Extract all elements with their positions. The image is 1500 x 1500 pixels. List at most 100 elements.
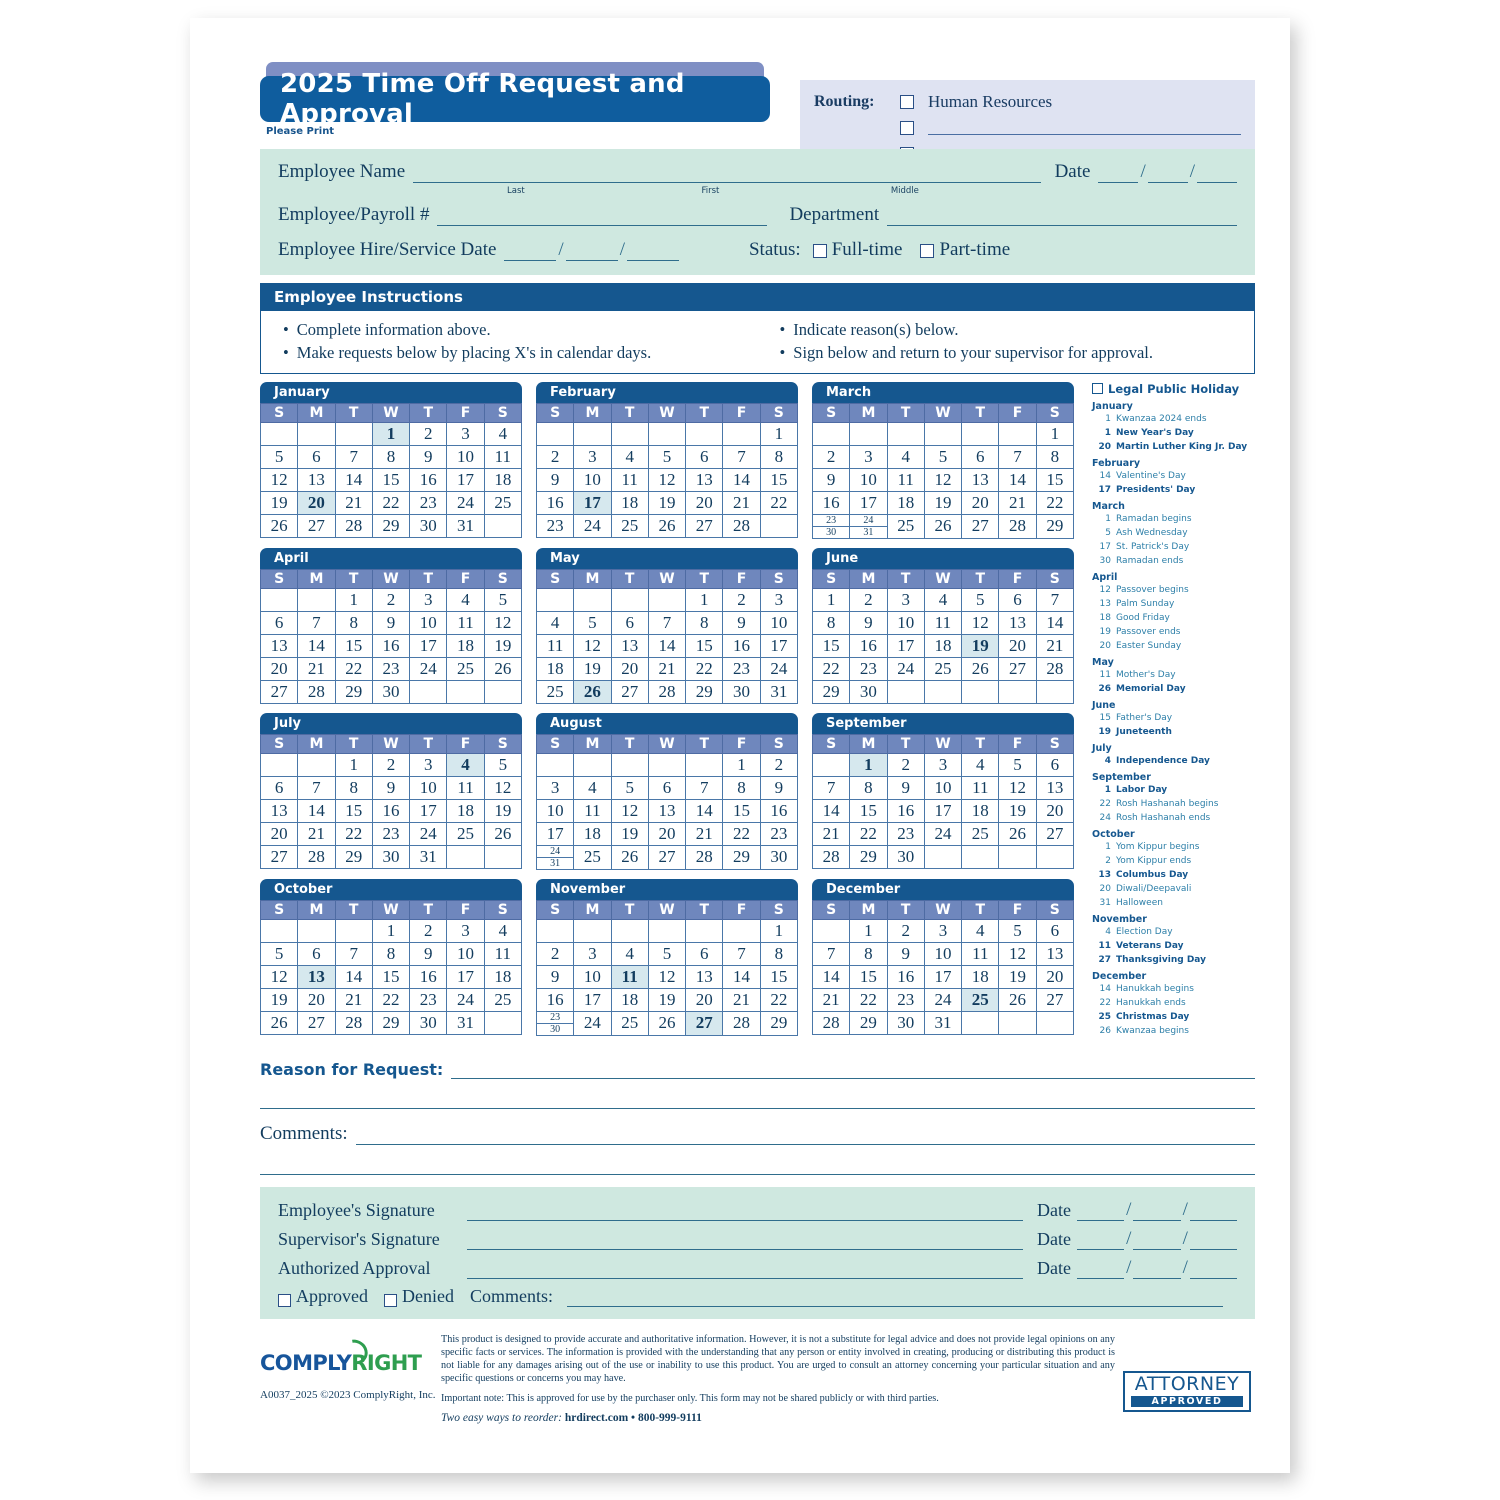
calendar-day-cell[interactable]: 27 xyxy=(685,513,724,538)
calendar-day-cell[interactable]: 14 xyxy=(297,633,336,658)
calendar-day-cell[interactable]: 13 xyxy=(610,633,649,658)
calendar-day-cell[interactable]: 15 xyxy=(849,798,888,823)
calendar-day-cell[interactable]: 9 xyxy=(535,467,575,492)
calendar-day-cell[interactable]: 21 xyxy=(722,490,761,515)
calendar-day-cell[interactable]: 16 xyxy=(409,964,448,989)
calendar-day-cell[interactable]: 13 xyxy=(685,467,724,492)
calendar-day-cell[interactable]: 15 xyxy=(334,798,373,823)
calendar-day-cell[interactable]: 7 xyxy=(297,610,336,635)
calendar-day-cell[interactable]: 3 xyxy=(535,775,575,800)
supervisor-date-month[interactable] xyxy=(1077,1231,1125,1250)
calendar-day-cell[interactable]: 13 xyxy=(259,633,299,658)
calendar-day-cell[interactable]: 13 xyxy=(961,467,1000,492)
calendar-day-cell[interactable]: 23 xyxy=(371,821,411,846)
calendar-day-cell[interactable]: 4 xyxy=(573,775,612,800)
calendar-day-cell[interactable]: 25 xyxy=(535,679,575,704)
calendar-day-cell[interactable]: 18 xyxy=(961,798,1000,823)
calendar-day-cell[interactable]: 18 xyxy=(961,964,1000,989)
calendar-day-cell[interactable]: 16 xyxy=(759,798,799,823)
calendar-day-cell[interactable]: 26 xyxy=(483,656,523,681)
calendar-day-cell[interactable]: 4 xyxy=(923,587,963,612)
calendar-day-split-bottom[interactable]: 30 xyxy=(537,1024,573,1035)
calendar-day-cell[interactable]: 14 xyxy=(685,798,724,823)
calendar-day-cell[interactable]: 24 xyxy=(886,656,925,681)
calendar-day-cell[interactable]: 28 xyxy=(297,679,336,704)
date-year-input[interactable] xyxy=(1197,164,1237,183)
calendar-day-cell[interactable]: 1 xyxy=(1035,421,1075,446)
calendar-day-cell[interactable]: 12 xyxy=(573,633,612,658)
calendar-day-cell[interactable]: 25 xyxy=(886,513,925,539)
calendar-day-cell[interactable]: 8 xyxy=(811,610,851,635)
calendar-day-cell[interactable]: 9 xyxy=(535,964,575,989)
calendar-day-cell[interactable]: 29 xyxy=(849,844,888,869)
calendar-day-cell[interactable]: 13 xyxy=(297,467,336,492)
calendar-day-cell[interactable]: 21 xyxy=(811,987,851,1012)
calendar-day-cell[interactable]: 20 xyxy=(647,821,687,846)
calendar-day-cell[interactable]: 12 xyxy=(647,467,687,492)
calendar-day-cell[interactable]: 21 xyxy=(647,656,687,681)
calendar-day-cell[interactable]: 10 xyxy=(849,467,888,492)
calendar-day-cell[interactable]: 4 xyxy=(483,421,523,446)
calendar-day-cell[interactable]: 18 xyxy=(446,798,485,823)
calendar-day-cell[interactable]: 30 xyxy=(371,679,411,704)
calendar-day-cell[interactable]: 18 xyxy=(923,633,963,658)
calendar-day-cell[interactable]: 20 xyxy=(685,490,724,515)
calendar-day-cell[interactable]: 27 xyxy=(610,679,649,704)
calendar-day-cell[interactable]: 26 xyxy=(259,513,299,538)
calendar-day-cell[interactable]: 15 xyxy=(759,964,799,989)
calendar-day-cell[interactable]: 17 xyxy=(535,821,575,846)
hire-year-input[interactable] xyxy=(626,242,679,261)
calendar-day-cell[interactable]: 1 xyxy=(849,752,888,777)
calendar-day-cell[interactable]: 29 xyxy=(685,679,724,704)
calendar-day-cell[interactable]: 19 xyxy=(483,798,523,823)
calendar-day-cell[interactable]: 19 xyxy=(483,633,523,658)
calendar-day-cell[interactable]: 28 xyxy=(334,1010,373,1035)
calendar-day-cell[interactable]: 20 xyxy=(685,987,724,1012)
calendar-day-cell[interactable]: 2 xyxy=(886,918,925,943)
calendar-day-cell[interactable]: 6 xyxy=(685,941,724,966)
calendar-day-cell[interactable]: 12 xyxy=(610,798,649,823)
calendar-day-cell[interactable]: 29 xyxy=(334,844,373,869)
calendar-day-cell[interactable]: 11 xyxy=(610,964,649,989)
calendar-day-cell[interactable]: 23 30 xyxy=(535,1010,575,1036)
calendar-day-cell[interactable]: 5 xyxy=(998,752,1037,777)
calendar-day-cell[interactable]: 9 xyxy=(409,444,448,469)
calendar-day-cell[interactable]: 26 xyxy=(647,513,687,538)
calendar-day-cell[interactable]: 6 xyxy=(1035,752,1075,777)
calendar-day-cell[interactable]: 12 xyxy=(259,467,299,492)
calendar-day-cell[interactable]: 31 xyxy=(923,1010,963,1035)
calendar-day-cell[interactable]: 7 xyxy=(297,775,336,800)
calendar-day-cell[interactable]: 13 xyxy=(1035,941,1075,966)
calendar-day-cell[interactable]: 22 xyxy=(849,821,888,846)
calendar-day-cell[interactable]: 15 xyxy=(811,633,851,658)
calendar-day-cell[interactable]: 28 xyxy=(297,844,336,869)
calendar-day-cell[interactable]: 18 xyxy=(483,467,523,492)
calendar-day-cell[interactable]: 15 xyxy=(685,633,724,658)
calendar-day-cell[interactable]: 25 xyxy=(483,987,523,1012)
calendar-day-cell[interactable]: 5 xyxy=(647,444,687,469)
calendar-day-cell[interactable]: 10 xyxy=(535,798,575,823)
calendar-day-cell[interactable]: 31 xyxy=(409,844,448,869)
checkbox-full-time[interactable] xyxy=(812,244,827,258)
calendar-day-cell[interactable]: 11 xyxy=(961,775,1000,800)
calendar-day-cell[interactable]: 1 xyxy=(849,918,888,943)
calendar-day-cell[interactable]: 19 xyxy=(647,987,687,1012)
calendar-day-cell[interactable]: 4 xyxy=(610,941,649,966)
calendar-day-cell[interactable]: 17 xyxy=(886,633,925,658)
reason-input-1[interactable] xyxy=(451,1059,1255,1079)
calendar-day-cell[interactable]: 6 xyxy=(259,610,299,635)
calendar-day-cell[interactable]: 14 xyxy=(297,798,336,823)
calendar-day-cell[interactable]: 10 xyxy=(923,941,963,966)
calendar-day-cell[interactable]: 10 xyxy=(409,610,448,635)
calendar-day-cell[interactable]: 27 xyxy=(259,679,299,704)
calendar-day-split-bottom[interactable]: 31 xyxy=(850,527,886,538)
calendar-day-cell[interactable]: 1 xyxy=(811,587,851,612)
calendar-day-cell[interactable]: 2 xyxy=(811,444,851,469)
calendar-day-cell[interactable]: 4 xyxy=(961,752,1000,777)
calendar-day-cell[interactable]: 27 xyxy=(998,656,1037,681)
calendar-day-cell[interactable]: 9 xyxy=(886,775,925,800)
calendar-day-cell[interactable]: 28 xyxy=(998,513,1037,539)
calendar-day-cell[interactable]: 2 xyxy=(722,587,761,612)
calendar-day-cell[interactable]: 19 xyxy=(998,964,1037,989)
calendar-day-cell[interactable]: 28 xyxy=(1035,656,1075,681)
